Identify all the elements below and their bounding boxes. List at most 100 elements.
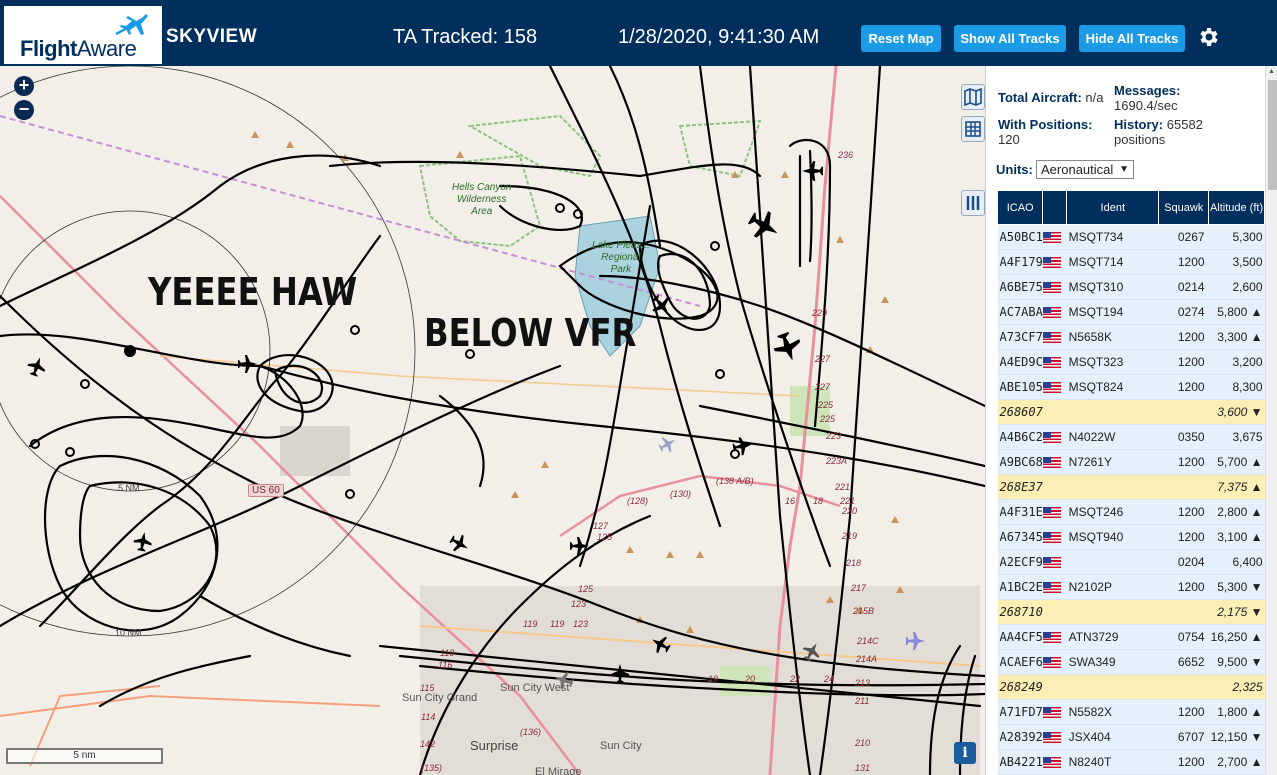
units-label: Units: [996, 162, 1033, 177]
us-flag-icon [1042, 282, 1061, 294]
cell-flag [1042, 624, 1067, 650]
road-number-label: 225 [820, 414, 836, 424]
with-positions-stat: With Positions: 120 [998, 117, 1093, 147]
zoom-out-button[interactable]: − [14, 100, 34, 120]
altitude-trend: ▲ [1250, 530, 1263, 544]
map-icon [964, 87, 982, 107]
table-row[interactable]: A28392 JSX404 6707 12,150 ▼ [997, 724, 1265, 750]
scroll-up-icon[interactable]: ▲ [1268, 68, 1275, 75]
altitude-trend: ▲ [1250, 705, 1263, 719]
columns-toggle-button[interactable] [961, 190, 985, 216]
table-row[interactable]: 268249 2,325 [997, 674, 1265, 700]
cell-flag [1042, 349, 1067, 375]
cell-altitude: 7,375 ▲ [1208, 474, 1265, 500]
table-row[interactable]: 268E37 7,375 ▲ [997, 474, 1265, 500]
cell-altitude: 8,300 [1208, 374, 1265, 400]
col-flag[interactable] [1042, 190, 1068, 225]
table-row[interactable]: 268607 3,600 ▼ [997, 399, 1265, 425]
road-number-label: 19 [708, 674, 719, 684]
panel-scrollbar[interactable]: ▲ [1265, 66, 1277, 775]
altitude-trend: ▲ [1250, 330, 1263, 344]
cell-squawk: 1200 [1158, 499, 1209, 525]
cell-icao: A2ECF9 [997, 549, 1043, 575]
table-row[interactable]: A2ECF9 0204 6,400 [997, 549, 1265, 575]
table-row[interactable]: AA4CF5 ATN3729 0754 16,250 ▲ [997, 624, 1265, 650]
label-sun-city: Sun City [600, 740, 642, 752]
road-number-label: 211 [855, 696, 870, 706]
chevron-down-icon: ▼ [1119, 164, 1129, 175]
col-ident[interactable]: Ident [1066, 190, 1160, 225]
cell-altitude: 12,150 ▼ [1208, 724, 1265, 750]
cell-flag [1042, 224, 1067, 250]
table-row[interactable]: A1BC2E N2102P 1200 5,300 ▼ [997, 574, 1265, 600]
road-number-label: (136) [520, 727, 542, 737]
total-aircraft-stat: Total Aircraft: n/a [998, 90, 1104, 105]
cell-ident [1066, 399, 1159, 425]
grid-icon [965, 121, 981, 137]
cell-icao: ABE105 [997, 374, 1043, 400]
road-number-label: 18 [813, 496, 824, 506]
label-ring-10nm: 10 NM [115, 628, 142, 638]
cell-squawk: 6652 [1158, 649, 1209, 675]
history-stat: History: 65582 positions [1114, 117, 1203, 147]
cell-icao: A4F179 [997, 249, 1043, 275]
us-flag-icon [1042, 332, 1061, 344]
aircraft-table: ICAO Ident Squawk Altitude (ft) A50BC1 MS… [996, 190, 1265, 775]
table-row[interactable]: A4F31E MSQT246 1200 2,800 ▲ [997, 499, 1265, 525]
table-row[interactable]: A4F179 MSQT714 1200 3,500 [997, 249, 1265, 275]
table-row[interactable]: ABE105 MSQT824 1200 8,300 [997, 374, 1265, 400]
cell-icao: A1BC2E [997, 574, 1043, 600]
altitude-trend: ▲ [1250, 630, 1263, 644]
table-row[interactable]: 268710 2,175 ▼ [997, 599, 1265, 625]
table-row[interactable]: A71FD7 N5582X 1200 1,800 ▲ [997, 699, 1265, 725]
map-layer-button[interactable] [961, 84, 985, 110]
table-row[interactable]: A9BC68 N7261Y 1200 5,700 ▲ [997, 449, 1265, 475]
us-flag-icon [1042, 382, 1061, 394]
zoom-in-button[interactable]: + [14, 76, 34, 96]
col-squawk[interactable]: Squawk [1158, 190, 1210, 225]
hide-all-tracks-button[interactable]: Hide All Tracks [1079, 25, 1185, 52]
info-button[interactable]: i [954, 742, 976, 764]
cell-squawk: 1200 [1158, 324, 1209, 350]
show-all-tracks-button[interactable]: Show All Tracks [954, 25, 1066, 52]
scroll-thumb[interactable] [1268, 80, 1277, 190]
table-row[interactable]: A4ED9C MSQT323 1200 3,200 [997, 349, 1265, 375]
table-row[interactable]: AC7ABA MSQT194 0274 5,800 ▲ [997, 299, 1265, 325]
grid-toggle-button[interactable] [961, 116, 985, 142]
map-canvas[interactable]: Hells Canyon Wilderness Area Lake Pleas...… [0, 66, 985, 775]
altitude-trend: ▲ [1250, 455, 1263, 469]
col-altitude[interactable]: Altitude (ft) [1208, 190, 1265, 225]
table-row[interactable]: A50BC1 MSQT734 0267 5,300 [997, 224, 1265, 250]
table-row[interactable]: AB4221 N8240T 1200 2,700 ▲ [997, 749, 1265, 775]
cell-flag [1042, 699, 1067, 725]
road-number-label: 119 [550, 619, 565, 629]
road-number-label: 213 [855, 678, 871, 688]
cell-icao: AB4221 [997, 749, 1043, 775]
reset-map-button[interactable]: Reset Map [861, 25, 941, 52]
overlay-yeeee-haw: YEEEE HAW [148, 270, 358, 314]
units-select[interactable]: Aeronautical ▼ [1036, 160, 1134, 179]
cell-squawk: 0754 [1158, 624, 1209, 650]
table-row[interactable]: A73CF7 N5658K 1200 3,300 ▲ [997, 324, 1265, 350]
table-row[interactable]: A4B6C2 N4022W 0350 3,675 [997, 424, 1265, 450]
table-row[interactable]: A67345 MSQT940 1200 3,100 ▲ [997, 524, 1265, 550]
table-row[interactable]: ACAEF6 SWA349 6652 9,500 ▼ [997, 649, 1265, 675]
label-surprise: Surprise [470, 738, 519, 753]
us-flag-icon [1042, 557, 1061, 569]
label-sun-city-grand: Sun City Grand [402, 692, 478, 704]
col-icao[interactable]: ICAO [996, 190, 1044, 225]
cell-squawk [1158, 674, 1209, 700]
cell-flag [1042, 549, 1067, 575]
road-number-label: 20 [745, 674, 756, 684]
cell-altitude: 5,300 ▼ [1208, 574, 1265, 600]
gear-icon[interactable] [1196, 25, 1220, 49]
map-basemap [0, 66, 985, 775]
table-row[interactable]: A6BE75 MSQT310 0214 2,600 [997, 274, 1265, 300]
us-flag-icon [1042, 432, 1061, 444]
road-number-label: 227 [815, 382, 831, 392]
cell-icao: A28392 [997, 724, 1043, 750]
flightaware-logo[interactable]: FlightAware [4, 6, 162, 64]
road-number-label: 119 [523, 619, 538, 629]
cell-flag [1042, 399, 1067, 425]
cell-icao: A6BE75 [997, 274, 1043, 300]
